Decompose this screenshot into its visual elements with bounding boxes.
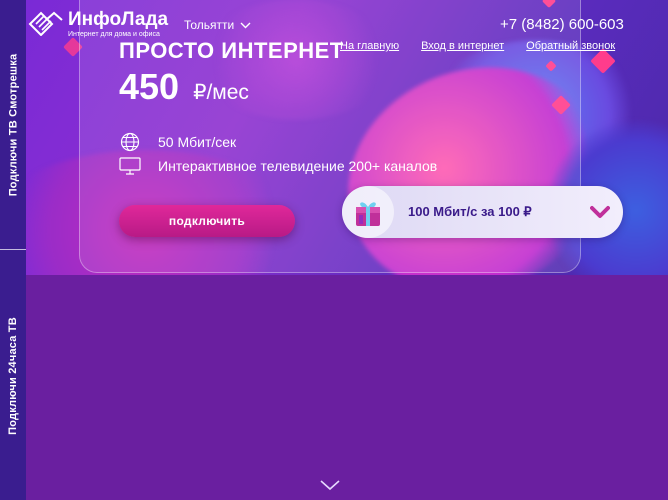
nav-login-link[interactable]: Вход в интернет: [421, 40, 504, 52]
feature-tv-text: Интерактивное телевидение 200+ каналов: [158, 158, 438, 174]
city-selector[interactable]: Тольятти: [184, 18, 251, 32]
logo[interactable]: ИнфоЛада Интернет для дома и офиса: [28, 10, 168, 39]
gift-icon: [342, 186, 394, 238]
chevron-down-icon: [240, 22, 251, 28]
promo-label: 100 Мбит/с за 100 ₽: [408, 204, 532, 219]
tab-24chasa[interactable]: Подключи 24часа ТВ: [0, 252, 26, 500]
feature-speed: 50 Мбит/сек: [119, 132, 236, 152]
tariff-price: 450 ₽/мес: [119, 66, 249, 108]
tariff-title: ПРОСТО ИНТЕРНЕТ: [119, 38, 344, 63]
top-nav: На главную Вход в интернет Обратный звон…: [340, 40, 615, 52]
city-label: Тольятти: [184, 18, 235, 32]
nav-callback-link[interactable]: Обратный звонок: [526, 40, 615, 52]
price-unit: ₽/мес: [193, 81, 249, 104]
nav-home-link[interactable]: На главную: [340, 40, 399, 52]
connect-button[interactable]: подключить: [119, 205, 295, 237]
logo-mark-icon: [28, 10, 64, 37]
globe-icon: [119, 132, 141, 152]
tv-icon: [119, 156, 141, 176]
phone-number[interactable]: +7 (8482) 600-603: [500, 16, 624, 33]
tab-smotreshka-label: Подключи ТВ Смотрешка: [7, 53, 19, 196]
feature-tv: Интерактивное телевидение 200+ каналов: [119, 156, 437, 176]
promo-bar[interactable]: 100 Мбит/с за 100 ₽: [342, 186, 623, 238]
price-value: 450: [119, 66, 180, 107]
side-tabs: Подключи ТВ Смотрешка Подключи 24часа ТВ: [0, 0, 26, 500]
feature-speed-text: 50 Мбит/сек: [158, 134, 237, 150]
logo-name: ИнфоЛада: [68, 9, 169, 30]
tab-24chasa-label: Подключи 24часа ТВ: [7, 317, 20, 435]
logo-tagline: Интернет для дома и офиса: [68, 31, 160, 38]
tab-smotreshka[interactable]: Подключи ТВ Смотрешка: [0, 0, 26, 250]
heart-chevron-icon: [589, 201, 611, 223]
scroll-down-icon[interactable]: [319, 478, 341, 492]
